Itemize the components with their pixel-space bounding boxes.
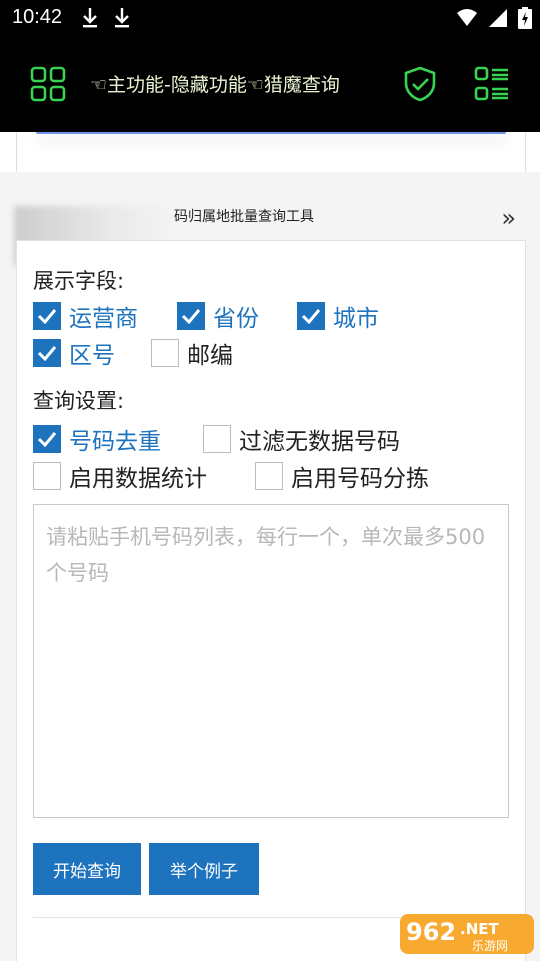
checkbox-unchecked-icon [255,462,283,490]
query-card: 展示字段: 运营商 省份 城市 区号 邮编 查询设置: 号码去重 过滤无数据号码… [16,240,526,961]
checkbox-unchecked-icon [151,339,179,367]
checkbox-label: 启用号码分拣 [291,466,429,492]
checkbox-label: 运营商 [69,306,138,332]
checkbox-dedupe[interactable]: 号码去重 [33,422,161,456]
signal-icon [489,9,507,27]
svg-text:962: 962 [406,918,456,946]
status-bar: 10:42 [0,0,540,36]
checkbox-checked-icon [33,339,61,367]
list-menu-icon[interactable] [474,66,510,102]
checkbox-label: 区号 [69,343,115,369]
checkbox-label: 过滤无数据号码 [239,429,400,455]
checkbox-unchecked-icon [203,425,231,453]
top-strip [0,132,540,172]
svg-text:乐游网: 乐游网 [472,939,508,953]
checkbox-label: 号码去重 [69,429,161,455]
checkbox-postcode[interactable]: 邮编 [151,336,233,370]
example-button[interactable]: 举个例子 [149,843,259,895]
phone-list-textarea[interactable] [33,504,509,818]
status-time: 10:42 [12,6,63,28]
checkbox-area-code[interactable]: 区号 [33,336,115,370]
checkbox-city[interactable]: 城市 [297,299,379,333]
breadcrumb-title: 码归属地批量查询工具 [174,209,314,225]
checkbox-label: 省份 [213,306,259,332]
display-fields-label: 展示字段: [33,269,125,293]
strip-border-right [525,132,526,172]
checkbox-checked-icon [177,302,205,330]
grid-menu-icon[interactable] [30,66,66,102]
checkbox-label: 启用数据统计 [69,466,207,492]
site-watermark-logo: 962 .NET 乐游网 [400,914,534,954]
wifi-icon [457,9,477,26]
checkbox-enable-sorting[interactable]: 启用号码分拣 [255,459,429,493]
download-icon [83,8,97,28]
battery-charging-icon [518,7,532,29]
checkbox-filter-no-data[interactable]: 过滤无数据号码 [203,422,400,456]
checkbox-checked-icon [33,425,61,453]
checkbox-province[interactable]: 省份 [177,299,259,333]
checkbox-checked-icon [297,302,325,330]
checkbox-enable-stats[interactable]: 启用数据统计 [33,459,207,493]
shield-check-icon[interactable] [402,66,438,102]
svg-text:.NET: .NET [460,920,499,938]
checkbox-checked-icon [33,302,61,330]
checkbox-carrier[interactable]: 运营商 [33,299,138,333]
app-bar: ☜主功能-隐藏功能☜猎魔查询 [0,36,540,132]
checkbox-unchecked-icon [33,462,61,490]
checkbox-label: 邮编 [187,343,233,369]
query-settings-label: 查询设置: [33,389,125,413]
start-query-button[interactable]: 开始查询 [33,843,141,895]
strip-accent-line [36,132,506,134]
download-icon [115,8,129,28]
checkbox-label: 城市 [333,306,379,332]
double-chevron-right-icon[interactable]: » [501,204,516,232]
strip-border-left [16,132,17,172]
breadcrumb: 码归属地批量查询工具 » [14,200,526,266]
app-title: ☜主功能-隐藏功能☜猎魔查询 [90,74,340,96]
